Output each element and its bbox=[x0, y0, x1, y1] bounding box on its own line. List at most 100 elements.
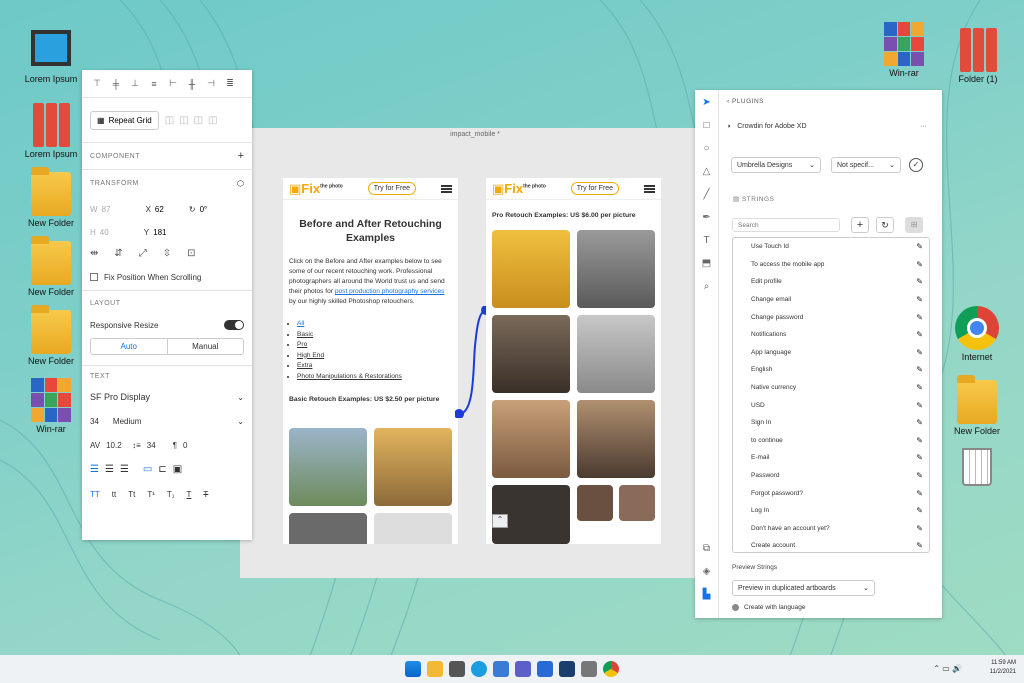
example-photo[interactable] bbox=[289, 428, 367, 506]
category-link[interactable]: Photo Manipulations & Restorations bbox=[297, 373, 402, 380]
link-strings-button[interactable]: ⊞ bbox=[905, 217, 923, 233]
desktop-icon-folder[interactable]: New Folder bbox=[20, 236, 82, 298]
responsive-resize-toggle[interactable] bbox=[224, 320, 244, 330]
edit-pencil-icon[interactable]: ✎ bbox=[916, 471, 923, 480]
string-item[interactable]: Edit profile ✎ bbox=[733, 273, 929, 291]
teams-icon[interactable] bbox=[515, 661, 531, 677]
boolean-ops-icons[interactable]: ◫◫◫◫ bbox=[165, 115, 223, 126]
category-link[interactable]: Extra bbox=[297, 362, 312, 369]
edit-pencil-icon[interactable]: ✎ bbox=[916, 348, 923, 357]
artboard-1[interactable]: ▣Fixthe photo Try for Free Before and Af… bbox=[283, 178, 458, 544]
example-photo[interactable] bbox=[492, 230, 570, 308]
example-photo[interactable] bbox=[577, 230, 655, 308]
refresh-button[interactable]: ↻ bbox=[876, 217, 894, 233]
align-bottom-icon[interactable]: ⊥ bbox=[128, 78, 142, 90]
triangle-tool-icon[interactable]: △ bbox=[702, 167, 712, 177]
system-tray[interactable]: 11:59 AM 11/2/2021 bbox=[990, 659, 1016, 677]
strikethrough-button[interactable]: T bbox=[203, 490, 208, 499]
document-title[interactable]: impact_mobile * bbox=[450, 131, 500, 138]
fix-position-checkbox[interactable] bbox=[90, 273, 98, 281]
distribute-vertical-icon[interactable]: ≡ bbox=[147, 78, 161, 90]
string-item[interactable]: Sign In ✎ bbox=[733, 414, 929, 432]
try-for-free-button[interactable]: Try for Free bbox=[570, 182, 620, 195]
example-photo[interactable] bbox=[492, 315, 570, 393]
superscript-button[interactable]: T¹ bbox=[147, 490, 155, 499]
resize-icon[interactable]: ⤢ bbox=[139, 248, 147, 259]
fit-content-icon[interactable]: ⊡ bbox=[187, 248, 195, 259]
desktop-icon-internet[interactable]: Internet bbox=[946, 306, 1008, 363]
align-left-icon[interactable]: ⊢ bbox=[166, 78, 180, 90]
edit-pencil-icon[interactable]: ✎ bbox=[916, 401, 923, 410]
category-link[interactable]: Basic bbox=[297, 331, 313, 338]
example-photo[interactable] bbox=[492, 400, 570, 478]
check-icon[interactable]: ✓ bbox=[909, 158, 923, 172]
scroll-top-icon[interactable]: ⌃ bbox=[492, 514, 508, 528]
font-size-field[interactable]: 34 bbox=[90, 417, 99, 426]
menu-icon[interactable] bbox=[644, 184, 655, 193]
align-center-text-icon[interactable]: ☰ bbox=[105, 464, 114, 475]
string-item[interactable]: To access the mobile app ✎ bbox=[733, 256, 929, 274]
height-field[interactable] bbox=[99, 227, 140, 237]
example-photo[interactable] bbox=[577, 400, 655, 478]
string-item[interactable]: E-mail ✎ bbox=[733, 449, 929, 467]
desktop-icon-winrar[interactable]: Win-rar bbox=[873, 22, 935, 79]
desktop-icon-recycle-bin[interactable] bbox=[946, 448, 1008, 488]
font-family-select[interactable]: SF Pro Display bbox=[90, 392, 150, 402]
category-link[interactable]: Pro bbox=[297, 341, 307, 348]
edit-pencil-icon[interactable]: ✎ bbox=[916, 383, 923, 392]
preview-select[interactable]: Preview in duplicated artboards ⌄ bbox=[732, 580, 875, 596]
store-icon[interactable] bbox=[493, 661, 509, 677]
fixed-size-icon[interactable]: ▣ bbox=[173, 464, 182, 475]
string-item[interactable]: Notifications ✎ bbox=[733, 326, 929, 344]
menu-icon[interactable] bbox=[441, 184, 452, 193]
edit-pencil-icon[interactable]: ✎ bbox=[916, 436, 923, 445]
repeat-grid-button[interactable]: ▦ Repeat Grid bbox=[90, 110, 159, 130]
try-for-free-button[interactable]: Try for Free bbox=[367, 182, 417, 195]
titlecase-button[interactable]: Tt bbox=[128, 490, 135, 499]
edge-icon[interactable] bbox=[471, 661, 487, 677]
line-tool-icon[interactable]: ╱ bbox=[702, 190, 712, 200]
char-spacing-field[interactable]: 10.2 bbox=[106, 441, 126, 450]
plugins-icon[interactable]: ⧉ bbox=[702, 544, 712, 554]
xd-icon[interactable] bbox=[559, 661, 575, 677]
string-item[interactable]: Native currency ✎ bbox=[733, 379, 929, 397]
project-select[interactable]: Umbrella Designs ⌄ bbox=[731, 157, 821, 173]
photos-icon[interactable] bbox=[537, 661, 553, 677]
zoom-tool-icon[interactable]: ⌕ bbox=[702, 282, 712, 292]
desktop-icon-folder[interactable]: New Folder bbox=[20, 167, 82, 229]
string-item[interactable]: Forgot password? ✎ bbox=[733, 484, 929, 502]
strings-list[interactable]: Use Touch Id ✎ To access the mobile app ✎ Ed… bbox=[732, 237, 930, 553]
autowidth-icon[interactable]: ▭ bbox=[143, 464, 152, 475]
desktop-icon-binders[interactable]: Folder (1) bbox=[947, 28, 1009, 85]
edit-pencil-icon[interactable]: ✎ bbox=[916, 489, 923, 498]
distribute-horizontal-icon[interactable]: ≣ bbox=[223, 78, 237, 90]
flip-horizontal-icon[interactable]: ⇹ bbox=[90, 248, 98, 259]
example-photo[interactable] bbox=[577, 485, 613, 521]
assets-icon[interactable]: ▙ bbox=[702, 590, 712, 600]
create-with-language-radio[interactable] bbox=[732, 604, 739, 611]
manual-option[interactable]: Manual bbox=[168, 339, 244, 354]
x-field[interactable] bbox=[154, 204, 185, 214]
more-options-icon[interactable]: ··· bbox=[920, 123, 927, 130]
edit-pencil-icon[interactable]: ✎ bbox=[916, 260, 923, 269]
align-middle-icon[interactable]: ╪ bbox=[109, 78, 123, 90]
settings-icon[interactable] bbox=[581, 661, 597, 677]
y-field[interactable] bbox=[153, 227, 184, 237]
example-photo[interactable] bbox=[374, 513, 452, 544]
edit-pencil-icon[interactable]: ✎ bbox=[916, 453, 923, 462]
string-item[interactable]: English ✎ bbox=[733, 361, 929, 379]
align-center-icon[interactable]: ╫ bbox=[185, 78, 199, 90]
chrome-taskbar-icon[interactable] bbox=[603, 661, 619, 677]
edit-pencil-icon[interactable]: ✎ bbox=[916, 330, 923, 339]
subscript-button[interactable]: T₁ bbox=[167, 490, 175, 499]
string-item[interactable]: Change password ✎ bbox=[733, 308, 929, 326]
string-item[interactable]: Log In ✎ bbox=[733, 502, 929, 520]
camera-icon[interactable] bbox=[449, 661, 465, 677]
edit-pencil-icon[interactable]: ✎ bbox=[916, 313, 923, 322]
design-canvas[interactable]: impact_mobile * ▣Fixthe photo Try for Fr… bbox=[240, 128, 710, 578]
edit-pencil-icon[interactable]: ✎ bbox=[916, 277, 923, 286]
autoheight-icon[interactable]: ⊏ bbox=[158, 464, 166, 475]
string-item[interactable]: to continue ✎ bbox=[733, 432, 929, 450]
text-tool-icon[interactable]: T bbox=[702, 236, 712, 246]
string-item[interactable]: Create account ✎ bbox=[733, 537, 929, 555]
